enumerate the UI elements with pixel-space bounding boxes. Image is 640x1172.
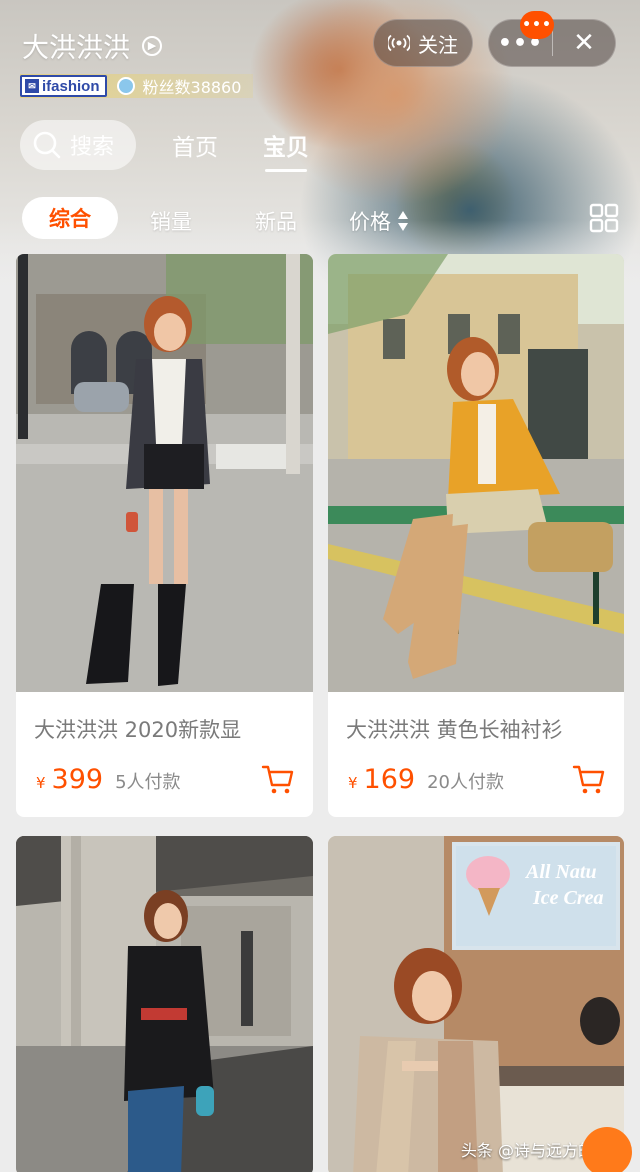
currency-symbol: ¥ bbox=[348, 774, 358, 792]
sort-price[interactable]: 价格 bbox=[349, 206, 409, 236]
search-label: 搜索 bbox=[70, 135, 115, 160]
close-icon: ✕ bbox=[573, 28, 595, 58]
ifashion-badge-label: ifashion bbox=[42, 77, 100, 95]
price-row: ¥ 399 5人付款 bbox=[36, 764, 181, 795]
follow-button[interactable]: 关注 bbox=[373, 19, 473, 67]
buyer-count: 20人付款 bbox=[427, 772, 504, 793]
signal-icon bbox=[388, 34, 410, 52]
ifashion-logo-icon: ✉ bbox=[25, 79, 39, 93]
ifashion-badge: ✉ ifashion bbox=[20, 75, 107, 97]
product-image bbox=[328, 254, 624, 692]
sort-sales[interactable]: 销量 bbox=[150, 206, 192, 236]
sign-line-2: Ice Crea bbox=[532, 887, 604, 909]
product-card[interactable]: 大洪洪洪 黄色长袖衬衫 ¥ 169 20人付款 bbox=[328, 254, 624, 817]
price-row: ¥ 169 20人付款 bbox=[348, 764, 504, 795]
fans-count-label: 粉丝数38860 bbox=[142, 78, 242, 97]
tab-home[interactable]: 首页 bbox=[172, 128, 218, 162]
sign-line-1: All Natu bbox=[524, 861, 597, 883]
product-price: 169 bbox=[363, 764, 416, 795]
shop-badge-row: ✉ ifashion 粉丝数38860 bbox=[20, 74, 254, 98]
floating-action-button[interactable] bbox=[582, 1127, 632, 1172]
add-to-cart-icon[interactable] bbox=[572, 764, 606, 796]
product-title: 大洪洪洪 2020新款显 bbox=[34, 718, 242, 742]
currency-symbol: ¥ bbox=[36, 774, 46, 792]
product-image bbox=[16, 836, 313, 1172]
product-card[interactable]: All Natu Ice Crea bbox=[328, 836, 624, 1172]
search-button[interactable]: 搜索 bbox=[20, 120, 136, 170]
product-price: 399 bbox=[51, 764, 104, 795]
tab-items[interactable]: 宝贝 bbox=[263, 128, 309, 172]
product-card[interactable] bbox=[16, 836, 313, 1172]
grid-view-icon[interactable] bbox=[589, 203, 619, 233]
follow-label: 关注 bbox=[418, 32, 458, 57]
shop-name-link[interactable]: 大洪洪洪 ▶ bbox=[22, 26, 162, 65]
fans-count: 粉丝数38860 bbox=[116, 74, 242, 98]
message-badge[interactable]: ••• bbox=[520, 11, 554, 39]
product-image bbox=[16, 254, 313, 692]
sort-arrows-icon bbox=[398, 211, 408, 231]
sort-comprehensive[interactable]: 综合 bbox=[22, 197, 118, 239]
product-card[interactable]: 大洪洪洪 2020新款显 ¥ 399 5人付款 bbox=[16, 254, 313, 817]
close-button[interactable]: ✕ bbox=[553, 28, 615, 58]
chevron-right-icon: ▶ bbox=[142, 35, 162, 56]
sort-price-label: 价格 bbox=[349, 210, 391, 234]
add-to-cart-icon[interactable] bbox=[261, 764, 295, 796]
product-image: All Natu Ice Crea bbox=[328, 836, 624, 1172]
sort-new[interactable]: 新品 bbox=[255, 206, 297, 236]
product-title: 大洪洪洪 黄色长袖衬衫 bbox=[346, 718, 563, 742]
buyer-count: 5人付款 bbox=[115, 772, 181, 793]
search-icon bbox=[33, 131, 61, 159]
diamond-icon bbox=[116, 77, 135, 95]
shop-name: 大洪洪洪 bbox=[22, 33, 130, 64]
